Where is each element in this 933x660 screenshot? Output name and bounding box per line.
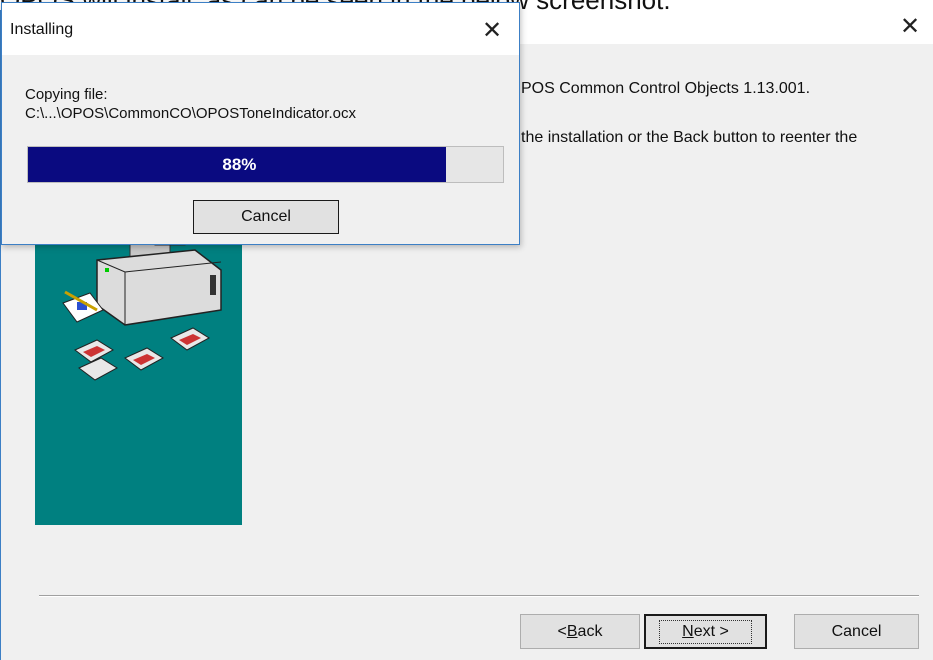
computer-illustration bbox=[62, 214, 222, 381]
next-label-rest: ext > bbox=[693, 622, 729, 640]
wizard-close-icon[interactable]: ✕ bbox=[887, 10, 933, 44]
dialog-close-icon[interactable]: ✕ bbox=[469, 17, 515, 45]
dialog-cancel-button[interactable]: Cancel bbox=[193, 200, 339, 234]
copying-file-path: C:\...\OPOS\CommonCO\OPOSToneIndicator.o… bbox=[25, 105, 356, 122]
dialog-title: Installing bbox=[10, 21, 74, 38]
next-label-mnemonic: N bbox=[682, 622, 694, 640]
dialog-titlebar: Installing ✕ bbox=[2, 3, 519, 55]
next-button[interactable]: Next > bbox=[644, 614, 767, 649]
progress-percent-text: 88% bbox=[222, 154, 257, 174]
wizard-cancel-button[interactable]: Cancel bbox=[794, 614, 919, 649]
next-focus-rect: Next > bbox=[659, 619, 752, 644]
wizard-info-line-2: the installation or the Back button to r… bbox=[521, 129, 858, 146]
floppy-disk-icon bbox=[74, 327, 210, 381]
back-button[interactable]: < Back bbox=[520, 614, 640, 649]
installing-dialog: Installing ✕ Copying file: C:\...\OPOS\C… bbox=[1, 2, 520, 245]
setup-illustration bbox=[35, 210, 242, 525]
back-label-mnemonic: B bbox=[566, 622, 578, 640]
progress-bar: 88% bbox=[27, 146, 504, 183]
button-separator bbox=[39, 595, 919, 597]
back-label-prefix: < bbox=[557, 622, 567, 640]
wizard-info-line-1: POS Common Control Objects 1.13.001. bbox=[521, 80, 811, 97]
back-label-rest: ack bbox=[577, 622, 603, 640]
copying-label: Copying file: bbox=[25, 86, 108, 103]
